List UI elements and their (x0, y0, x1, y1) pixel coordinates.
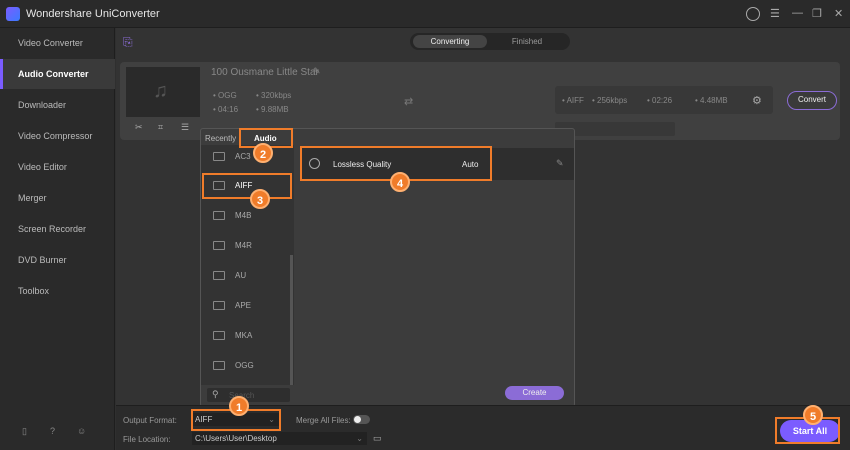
target-format: AIFF (566, 96, 584, 105)
step-badge-2: 2 (253, 143, 273, 163)
format-item-ape[interactable]: APE (213, 301, 251, 311)
sidebar-item-video-editor[interactable]: Video Editor (0, 152, 115, 182)
user-icon[interactable]: ☺ (77, 426, 86, 436)
scrollbar[interactable] (290, 255, 293, 385)
thumbnail: ♫ (126, 67, 200, 117)
target-info[interactable]: • AIFF • 256kbps • 02:26 • 4.48MB ⚙ (555, 86, 773, 114)
format-item-m4b[interactable]: M4B (213, 211, 251, 221)
format-item-au[interactable]: AU (213, 271, 246, 281)
create-button[interactable]: Create (505, 386, 564, 400)
target-size: 4.48MB (700, 96, 728, 105)
target-duration: 02:26 (652, 96, 673, 105)
sidebar-item-downloader[interactable]: Downloader (0, 90, 115, 120)
search-icon: ⚲ (212, 389, 219, 399)
menu-icon[interactable]: ☰ (770, 7, 780, 20)
merge-toggle[interactable] (353, 415, 370, 424)
file-location-label: File Location: (123, 435, 171, 444)
step-badge-4: 4 (390, 172, 410, 192)
source-format: OGG (218, 91, 237, 100)
folder-icon[interactable]: ▭ (373, 433, 382, 444)
file-location-select[interactable]: C:\Users\User\Desktop ⌄ (192, 432, 367, 445)
highlight-3 (202, 173, 292, 199)
crop-icon[interactable]: ⌗ (158, 122, 163, 133)
step-badge-3: 3 (250, 189, 270, 209)
format-item-ogg[interactable]: OGG (213, 361, 254, 371)
format-item-ac3[interactable]: AC3 (213, 152, 251, 162)
tab-bar: Converting Finished (410, 33, 570, 50)
output-format-label: Output Format: (123, 416, 177, 425)
app-logo-icon (6, 7, 20, 21)
sidebar-item-video-converter[interactable]: Video Converter (0, 28, 115, 58)
book-icon[interactable]: ▯ (22, 426, 27, 437)
close-icon[interactable]: ✕ (834, 7, 843, 20)
sidebar-item-dvd-burner[interactable]: DVD Burner (0, 245, 115, 275)
source-size: 9.88MB (261, 105, 289, 114)
music-icon: ♫ (153, 80, 168, 102)
sidebar-item-audio-converter[interactable]: Audio Converter (0, 59, 115, 89)
add-file-icon[interactable]: ⎘ (123, 35, 133, 50)
sidebar-item-screen-recorder[interactable]: Screen Recorder (0, 214, 115, 244)
shuffle-icon: ⇄ (404, 96, 414, 108)
file-name: 100 Ousmane Little Star (211, 67, 319, 78)
sidebar-item-video-compressor[interactable]: Video Compressor (0, 121, 115, 151)
edit-icon[interactable]: ✎ (313, 66, 321, 77)
format-item-m4r[interactable]: M4R (213, 241, 252, 251)
step-badge-1: 1 (229, 396, 249, 416)
minimize-icon[interactable]: — (792, 7, 803, 19)
app-title: Wondershare UniConverter (26, 8, 160, 20)
target-bitrate: 256kbps (597, 96, 628, 105)
search-input[interactable]: ⚲ Search (207, 388, 290, 402)
tab-converting[interactable]: Converting (413, 35, 487, 48)
convert-button[interactable]: Convert (787, 91, 837, 110)
tab-recently[interactable]: Recently (205, 134, 236, 143)
effects-icon[interactable]: ☰ (181, 122, 189, 133)
help-icon[interactable]: ? (50, 426, 55, 436)
settings-gear-icon[interactable]: ⚙ (752, 94, 762, 107)
title-bar: Wondershare UniConverter ☰ — ❐ ✕ (0, 0, 850, 28)
sidebar-item-toolbox[interactable]: Toolbox (0, 276, 115, 306)
format-item-mka[interactable]: MKA (213, 331, 252, 341)
account-icon[interactable] (746, 7, 760, 21)
restore-icon[interactable]: ❐ (812, 7, 822, 20)
trim-icon[interactable]: ✂ (135, 122, 143, 133)
edit-quality-icon[interactable]: ✎ (556, 158, 564, 169)
merge-label: Merge All Files: (296, 416, 351, 425)
source-duration: 04:16 (218, 105, 239, 114)
step-badge-5: 5 (803, 405, 823, 425)
source-bitrate: 320kbps (261, 91, 292, 100)
file-location-value: C:\Users\User\Desktop (195, 434, 277, 443)
sidebar-item-merger[interactable]: Merger (0, 183, 115, 213)
tab-finished[interactable]: Finished (490, 35, 564, 48)
sidebar: Video Converter Audio Converter Download… (0, 28, 115, 450)
